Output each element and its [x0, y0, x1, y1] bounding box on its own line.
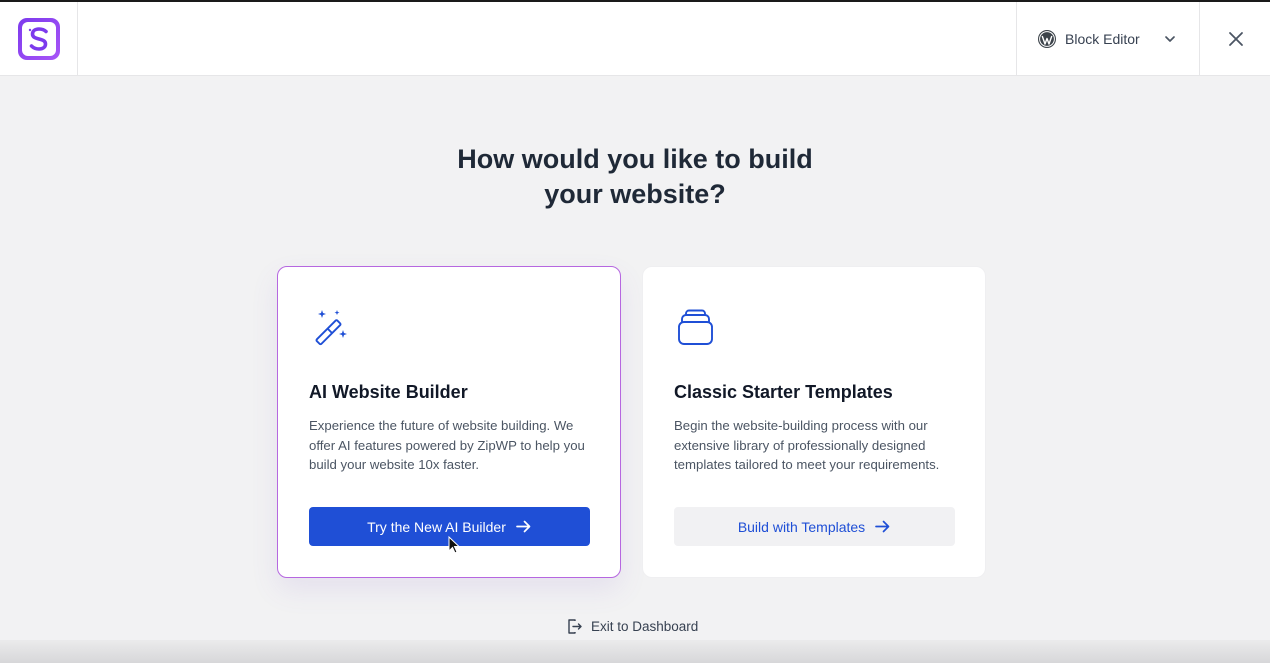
- top-bar: Block Editor: [0, 0, 1270, 76]
- ai-builder-description: Experience the future of website buildin…: [309, 418, 585, 473]
- page-title-line-2: your website?: [544, 179, 726, 209]
- page-builder-label: Block Editor: [1065, 31, 1140, 47]
- classic-templates-title: Classic Starter Templates: [674, 382, 893, 402]
- ai-builder-title: AI Website Builder: [309, 382, 468, 402]
- page-title-line-1: How would you like to build: [457, 144, 813, 174]
- classic-templates-description: Begin the website-building process with …: [674, 418, 940, 473]
- page-builder-select[interactable]: Block Editor: [1016, 2, 1200, 76]
- exit-to-dashboard-label: Exit to Dashboard: [591, 618, 699, 634]
- classic-templates-card[interactable]: Classic Starter Templates Begin the webs…: [642, 266, 986, 578]
- magic-wand-icon: [315, 310, 347, 346]
- build-with-templates-label: Build with Templates: [737, 518, 866, 535]
- wordpress-icon: [1038, 30, 1056, 48]
- arrow-right-icon: [875, 520, 890, 533]
- arrow-right-icon: [516, 520, 531, 533]
- page-title: How would you like to build your website…: [335, 142, 935, 212]
- try-ai-builder-label: Try the New AI Builder: [367, 518, 506, 535]
- starter-templates-logo: [17, 18, 60, 60]
- chevron-down-icon: [1165, 36, 1175, 42]
- mouse-cursor-icon: [448, 536, 460, 554]
- exit-icon: [568, 618, 582, 634]
- template-stack-icon: [678, 309, 713, 345]
- exit-to-dashboard-link[interactable]: Exit to Dashboard: [566, 615, 698, 637]
- logo-cell: [0, 2, 78, 76]
- close-button[interactable]: [1214, 24, 1258, 54]
- build-with-templates-button[interactable]: Build with Templates: [674, 507, 955, 546]
- ai-builder-card[interactable]: AI Website Builder Experience the future…: [277, 266, 621, 578]
- close-icon: [1229, 32, 1243, 46]
- bottom-shade: [0, 640, 1270, 663]
